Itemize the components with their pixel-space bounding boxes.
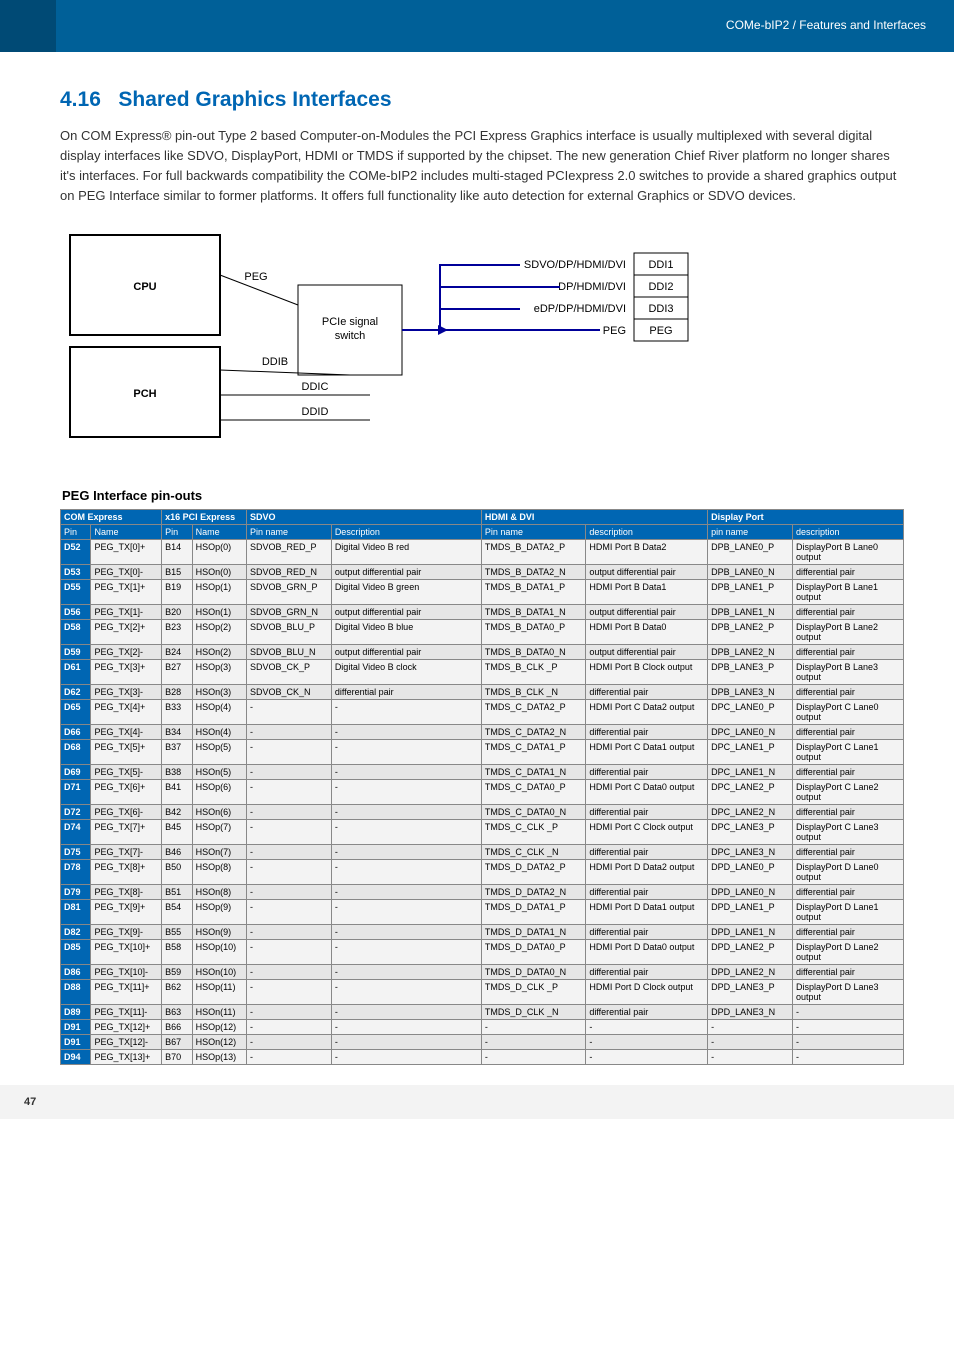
- breadcrumb: COMe-bIP2 / Features and Interfaces: [726, 18, 926, 32]
- table-row: D85PEG_TX[10]+B58HSOp(10)--TMDS_D_DATA0_…: [61, 939, 904, 964]
- table-row: D68PEG_TX[5]+B37HSOp(5)--TMDS_C_DATA1_PH…: [61, 739, 904, 764]
- pinout-table: COM Expressx16 PCI ExpressSDVOHDMI & DVI…: [60, 509, 904, 1065]
- svg-text:DDI2: DDI2: [648, 281, 673, 293]
- col-group: SDVO: [246, 509, 481, 524]
- col-header: Pin: [162, 524, 192, 539]
- table-row: D59PEG_TX[2]-B24HSOn(2)SDVOB_BLU_Noutput…: [61, 644, 904, 659]
- col-header: description: [586, 524, 708, 539]
- section-number: 4.16: [60, 88, 101, 111]
- switch-label-2: switch: [335, 330, 366, 342]
- col-header: pin name: [708, 524, 793, 539]
- table-row: D69PEG_TX[5]-B38HSOn(5)--TMDS_C_DATA1_Nd…: [61, 764, 904, 779]
- col-header: Description: [331, 524, 481, 539]
- table-row: D56PEG_TX[1]-B20HSOn(1)SDVOB_GRN_Noutput…: [61, 604, 904, 619]
- svg-text:eDP/DP/HDMI/DVI: eDP/DP/HDMI/DVI: [534, 303, 626, 315]
- switch-label-1: PCIe signal: [322, 316, 378, 328]
- table-row: D78PEG_TX[8]+B50HSOp(8)--TMDS_D_DATA2_PH…: [61, 859, 904, 884]
- svg-text:PEG: PEG: [649, 325, 672, 337]
- table-row: D62PEG_TX[3]-B28HSOn(3)SDVOB_CK_Ndiffere…: [61, 684, 904, 699]
- svg-text:SDVO/DP/HDMI/DVI: SDVO/DP/HDMI/DVI: [524, 259, 626, 271]
- table-row: D72PEG_TX[6]-B42HSOn(6)--TMDS_C_DATA0_Nd…: [61, 804, 904, 819]
- table-row: D89PEG_TX[11]-B63HSOn(11)--TMDS_D_CLK _N…: [61, 1004, 904, 1019]
- table-row: D86PEG_TX[10]-B59HSOn(10)--TMDS_D_DATA0_…: [61, 964, 904, 979]
- svg-text:PEG: PEG: [244, 271, 267, 283]
- table-row: D52PEG_TX[0]+B14HSOp(0)SDVOB_RED_PDigita…: [61, 539, 904, 564]
- header-bar: COMe-bIP2 / Features and Interfaces: [0, 0, 954, 52]
- col-group: x16 PCI Express: [162, 509, 247, 524]
- footer: 47: [0, 1085, 954, 1119]
- table-row: D74PEG_TX[7]+B45HSOp(7)--TMDS_C_CLK _PHD…: [61, 819, 904, 844]
- svg-text:DDID: DDID: [302, 406, 329, 418]
- col-header: description: [792, 524, 903, 539]
- table-row: D75PEG_TX[7]-B46HSOn(7)--TMDS_C_CLK _Ndi…: [61, 844, 904, 859]
- svg-text:DDI1: DDI1: [648, 259, 673, 271]
- section-name: Shared Graphics Interfaces: [118, 88, 391, 111]
- col-header: Name: [91, 524, 162, 539]
- col-group: Display Port: [708, 509, 904, 524]
- col-group: COM Express: [61, 509, 162, 524]
- col-group: HDMI & DVI: [481, 509, 707, 524]
- table-row: D55PEG_TX[1]+B19HSOp(1)SDVOB_GRN_PDigita…: [61, 579, 904, 604]
- table-row: D82PEG_TX[9]-B55HSOn(9)--TMDS_D_DATA1_Nd…: [61, 924, 904, 939]
- table-title: PEG Interface pin-outs: [62, 488, 904, 503]
- table-row: D88PEG_TX[11]+B62HSOp(11)--TMDS_D_CLK _P…: [61, 979, 904, 1004]
- table-row: D81PEG_TX[9]+B54HSOp(9)--TMDS_D_DATA1_PH…: [61, 899, 904, 924]
- col-header: Pin: [61, 524, 91, 539]
- intro-paragraph: On COM Express® pin-out Type 2 based Com…: [60, 126, 904, 207]
- cpu-label: CPU: [133, 281, 156, 293]
- table-row: D53PEG_TX[0]-B15HSOn(0)SDVOB_RED_Noutput…: [61, 564, 904, 579]
- page-number: 47: [24, 1096, 36, 1108]
- section-title: 4.16 Shared Graphics Interfaces: [60, 88, 904, 112]
- svg-text:PEG: PEG: [603, 325, 626, 337]
- col-header: Pin name: [246, 524, 331, 539]
- table-row: D79PEG_TX[8]-B51HSOn(8)--TMDS_D_DATA2_Nd…: [61, 884, 904, 899]
- svg-text:DDIB: DDIB: [262, 356, 288, 368]
- table-row: D58PEG_TX[2]+B23HSOp(2)SDVOB_BLU_PDigita…: [61, 619, 904, 644]
- table-row: D94PEG_TX[13]+B70HSOp(13)------: [61, 1049, 904, 1064]
- block-diagram: CPU PCH PCIe signal switch DDI1 DDI2 DDI…: [60, 225, 700, 455]
- header-notch: [0, 0, 56, 52]
- svg-text:DP/HDMI/DVI: DP/HDMI/DVI: [558, 281, 626, 293]
- table-row: D91PEG_TX[12]+B66HSOp(12)------: [61, 1019, 904, 1034]
- table-row: D71PEG_TX[6]+B41HSOp(6)--TMDS_C_DATA0_PH…: [61, 779, 904, 804]
- table-row: D61PEG_TX[3]+B27HSOp(3)SDVOB_CK_PDigital…: [61, 659, 904, 684]
- col-header: Pin name: [481, 524, 585, 539]
- table-row: D65PEG_TX[4]+B33HSOp(4)--TMDS_C_DATA2_PH…: [61, 699, 904, 724]
- svg-text:DDI3: DDI3: [648, 303, 673, 315]
- table-row: D66PEG_TX[4]-B34HSOn(4)--TMDS_C_DATA2_Nd…: [61, 724, 904, 739]
- table-row: D91PEG_TX[12]-B67HSOn(12)------: [61, 1034, 904, 1049]
- col-header: Name: [192, 524, 246, 539]
- svg-text:DDIC: DDIC: [302, 381, 329, 393]
- pch-label: PCH: [133, 388, 156, 400]
